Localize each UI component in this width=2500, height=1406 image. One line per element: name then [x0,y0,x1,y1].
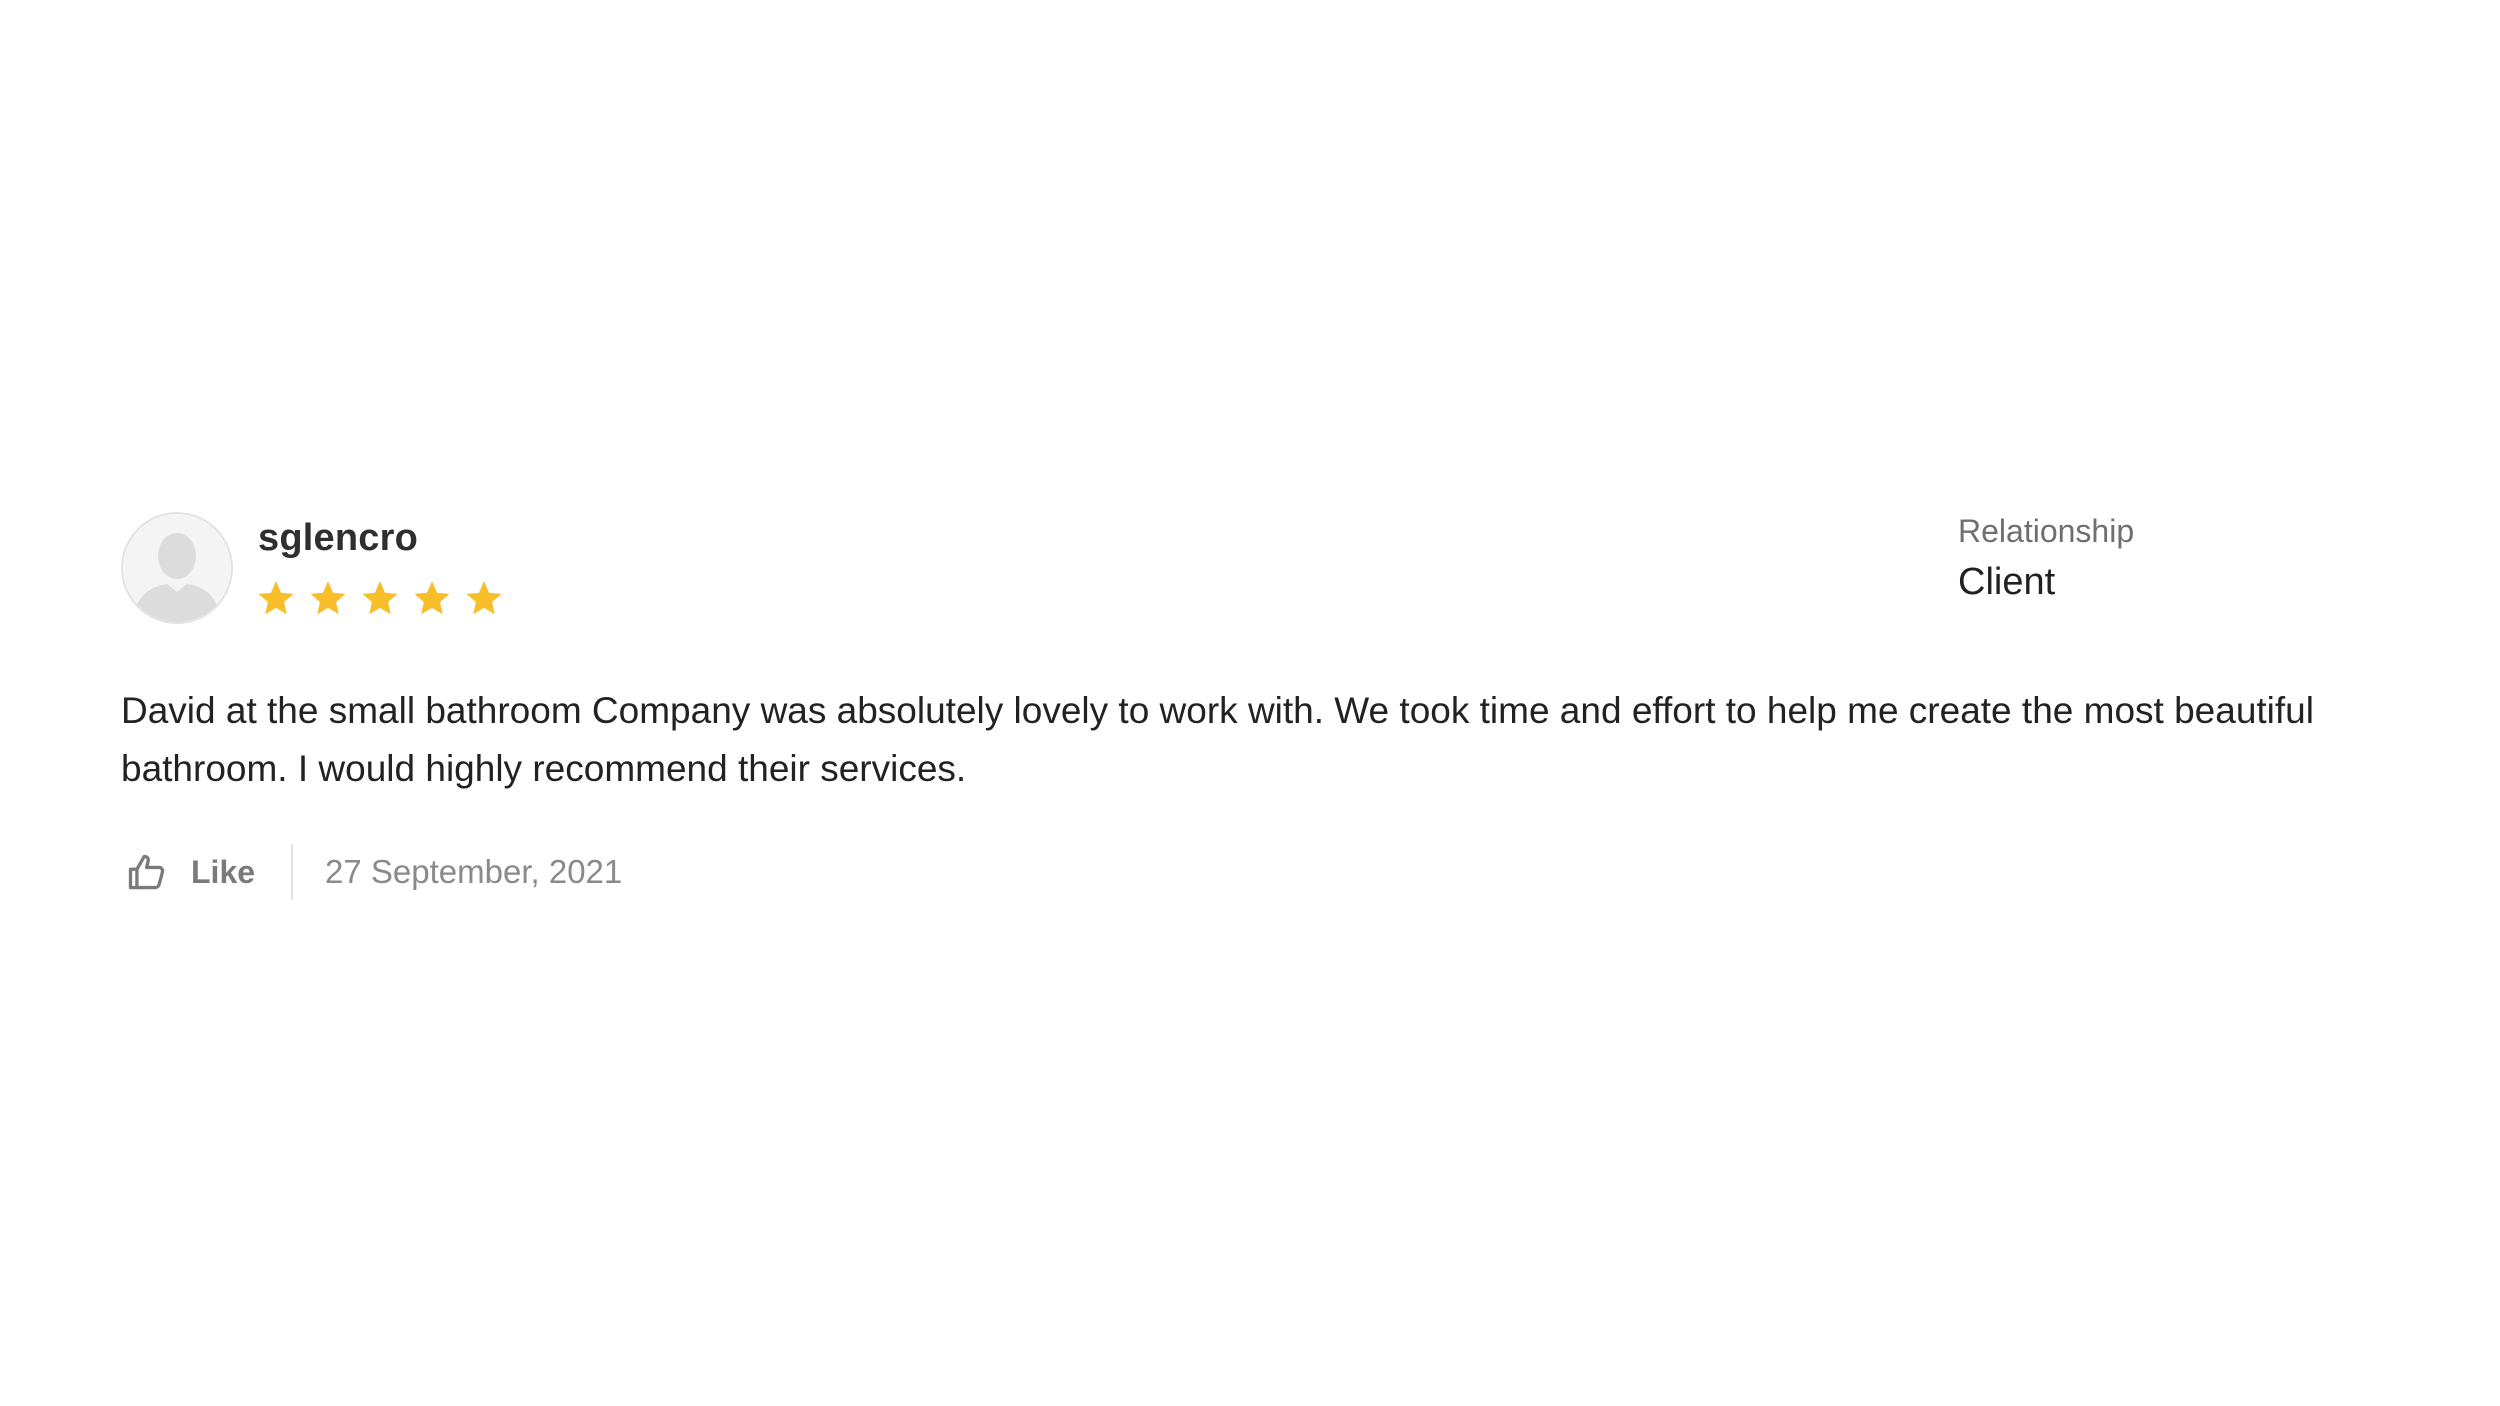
divider [291,844,294,900]
review-text: David at the small bathroom Company was … [121,690,2314,789]
star-rating [255,578,505,620]
relationship-value: Client [1958,561,2056,604]
like-button[interactable]: Like [121,850,291,894]
avatar [121,512,233,624]
like-label: Like [191,853,256,890]
star-icon [310,581,346,615]
thumbs-up-icon [128,854,165,890]
review-card: sglencro Relationship Client David at th… [121,512,2381,900]
reviewer-username: sglencro [258,517,418,559]
star-icon [466,581,502,615]
star-icon [362,581,398,615]
review-date: 27 September, 2021 [325,853,623,890]
star-icon [414,581,450,615]
review-header: sglencro Relationship Client [121,512,2381,632]
default-user-avatar-icon [123,514,231,622]
review-footer: Like 27 September, 2021 [121,842,622,902]
star-icon [258,581,294,615]
relationship-info: Relationship Client [1958,512,2134,606]
relationship-label: Relationship [1958,513,2135,549]
